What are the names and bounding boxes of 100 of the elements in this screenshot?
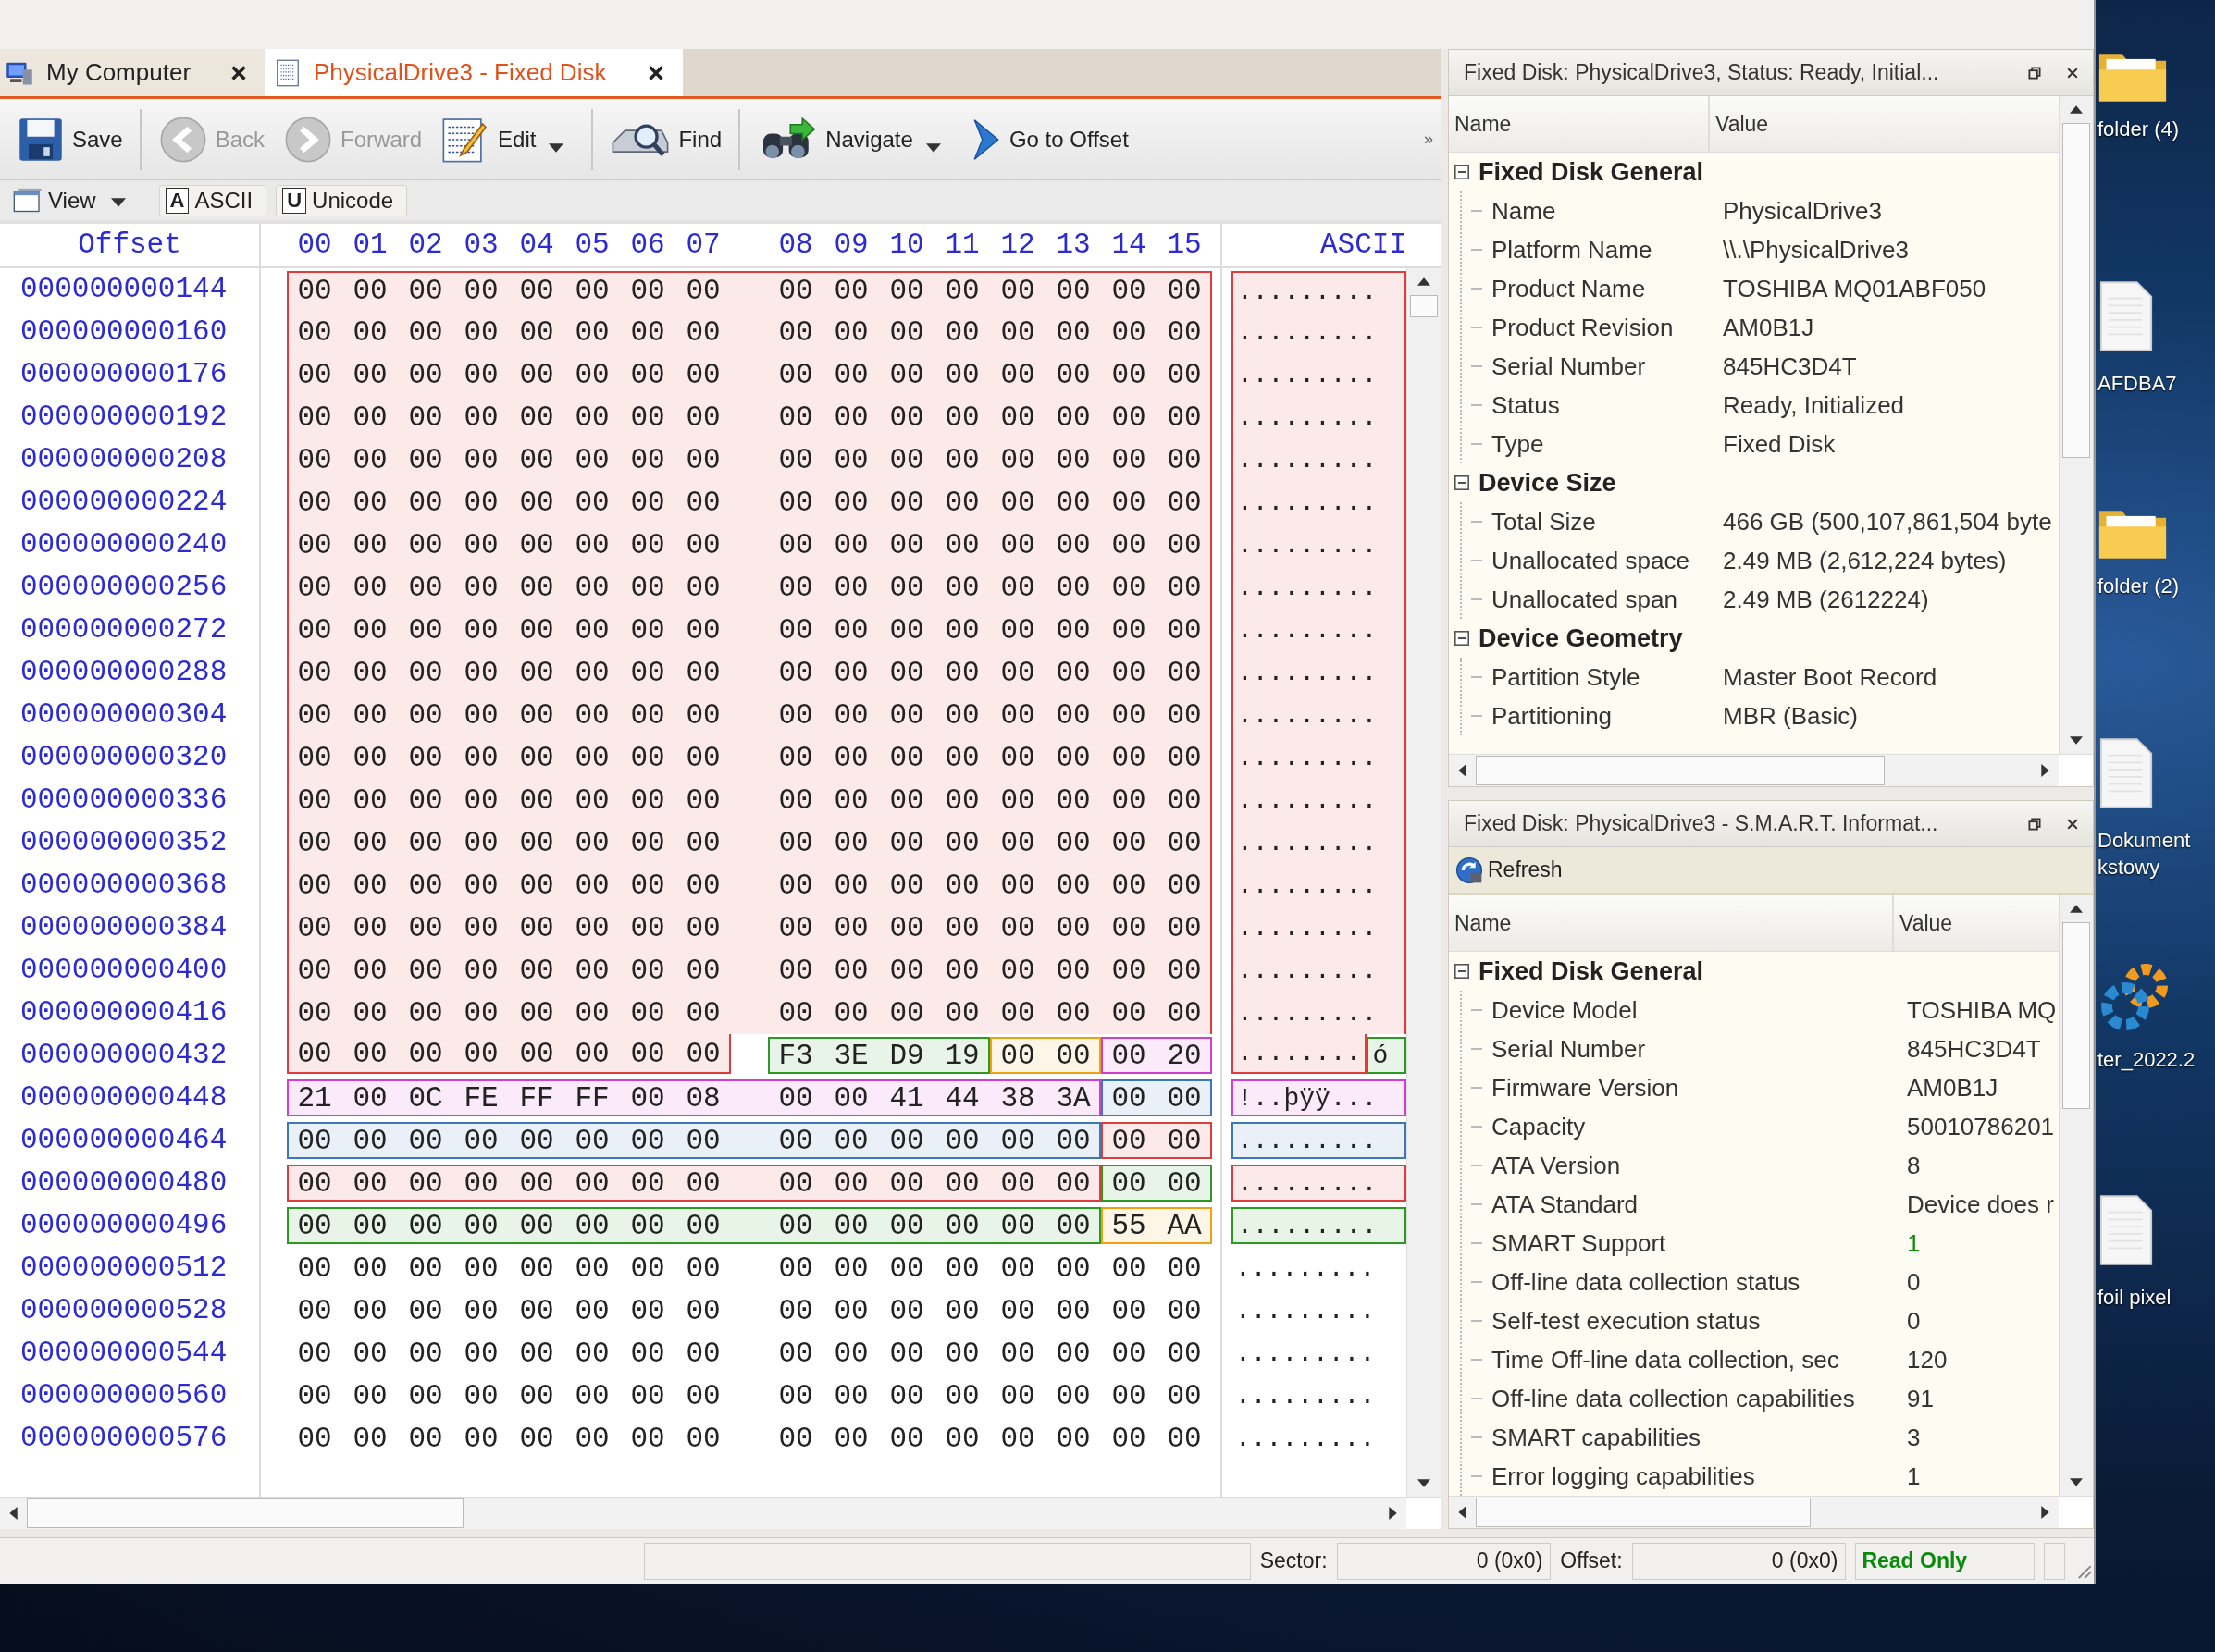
scrollbar-thumb[interactable]: [2062, 922, 2090, 1109]
desktop-icon-label[interactable]: ter_2022.2: [2097, 1047, 2196, 1074]
hex-byte: 00: [574, 869, 611, 902]
refresh-button[interactable]: Refresh: [1449, 855, 1568, 885]
hex-byte: 00: [407, 1251, 444, 1285]
toolbar-button[interactable]: Edit: [431, 110, 546, 168]
toolbar-button[interactable]: Go to Offset: [960, 112, 1138, 166]
encoding-toggle-button[interactable]: A ASCII: [158, 184, 267, 216]
scroll-left-icon[interactable]: [9, 1507, 18, 1520]
hex-byte: 00: [463, 571, 500, 604]
panel-title-bar: Fixed Disk: PhysicalDrive3, Status: Ready, Initial...: [1449, 50, 2093, 96]
column-header: 14: [1110, 228, 1147, 263]
toolbar-button[interactable]: Save: [7, 111, 132, 167]
property-value: 845HC3D4T: [1722, 351, 1857, 381]
offset-label: 000000000400: [0, 949, 261, 992]
collapse-icon[interactable]: [1454, 964, 1469, 979]
document-tab[interactable]: My Computer: [0, 49, 266, 96]
caret-icon[interactable]: [925, 142, 941, 153]
toolbar-button[interactable]: Find: [600, 114, 732, 165]
hex-byte: 00: [629, 275, 666, 307]
close-icon[interactable]: [2067, 67, 2078, 79]
hex-byte: 00: [463, 1379, 500, 1412]
hex-byte: 00: [1110, 1294, 1147, 1327]
desktop-icon-label[interactable]: folder (2): [2097, 573, 2180, 600]
scroll-right-icon[interactable]: [2041, 764, 2049, 777]
hex-byte: 00: [888, 528, 925, 561]
view-menu-button[interactable]: View: [7, 185, 102, 216]
collapse-icon[interactable]: [1454, 631, 1469, 646]
column-header[interactable]: Value: [1894, 895, 2059, 951]
hex-byte: 00: [888, 996, 925, 1029]
offset-label: 000000000368: [0, 864, 261, 906]
collapse-icon[interactable]: [1454, 475, 1469, 490]
hex-byte: 00: [407, 826, 444, 859]
scrollbar-thumb[interactable]: [1410, 295, 1438, 317]
hex-byte: 00: [518, 401, 555, 434]
desktop-icon-label[interactable]: folder (4): [2097, 117, 2180, 143]
hex-byte: 00: [833, 358, 870, 391]
hex-byte: 00: [463, 698, 500, 732]
document-tab[interactable]: PhysicalDrive3 - Fixed Disk: [266, 49, 683, 96]
hex-byte: 00: [518, 656, 555, 689]
desktop-icon-label[interactable]: Dokument kstowy: [2097, 828, 2191, 881]
scroll-right-icon[interactable]: [2041, 1506, 2049, 1519]
caret-icon[interactable]: [110, 197, 126, 207]
scroll-up-icon[interactable]: [2070, 905, 2083, 913]
hex-byte: 00: [1055, 443, 1092, 476]
scrollbar-thumb[interactable]: [27, 1498, 464, 1528]
scrollbar-thumb[interactable]: [1476, 1498, 1811, 1527]
restore-icon[interactable]: [2028, 817, 2041, 831]
desktop-icon-label[interactable]: foil pixel: [2097, 1285, 2172, 1312]
hex-byte: 00: [463, 401, 500, 434]
scroll-left-icon[interactable]: [1458, 764, 1466, 777]
hex-byte: 00: [407, 443, 444, 476]
column-header[interactable]: Value: [1710, 96, 2059, 152]
hex-byte: 00: [888, 1124, 925, 1157]
hex-byte: 00: [463, 613, 500, 647]
hex-byte: 00: [1166, 1251, 1203, 1285]
hex-byte: 00: [944, 954, 981, 987]
hex-byte: 00: [833, 911, 870, 944]
hex-byte: 00: [574, 528, 611, 561]
scroll-up-icon[interactable]: [2070, 105, 2083, 114]
caret-icon[interactable]: [549, 142, 564, 153]
hex-byte: 00: [944, 783, 981, 817]
hex-byte: 00: [777, 486, 814, 519]
close-icon[interactable]: [2067, 818, 2078, 830]
horizontal-scrollbar[interactable]: [0, 1497, 1441, 1529]
hex-byte: 00: [685, 1422, 722, 1455]
close-icon[interactable]: [649, 65, 663, 80]
hex-byte: 00: [777, 613, 814, 647]
hex-byte: 00: [999, 486, 1036, 519]
hex-byte: 00: [999, 1209, 1036, 1242]
hex-byte: 21: [296, 1081, 333, 1115]
horizontal-scrollbar[interactable]: [1449, 1496, 2093, 1528]
horizontal-scrollbar[interactable]: [1449, 754, 2093, 786]
hex-byte: 00: [1110, 783, 1147, 817]
hex-byte: 00: [1055, 656, 1092, 689]
scroll-left-icon[interactable]: [1458, 1506, 1466, 1519]
toolbar-button[interactable]: Navigate: [748, 111, 922, 167]
collapse-icon[interactable]: [1454, 165, 1469, 179]
encoding-toggle-button[interactable]: U Unicode: [276, 184, 408, 216]
hex-byte: 00: [518, 783, 555, 817]
scrollbar-corner: [2059, 755, 2093, 786]
vertical-scrollbar[interactable]: [2059, 96, 2093, 754]
hex-byte: 00: [518, 1124, 555, 1157]
scroll-down-icon[interactable]: [1417, 1479, 1430, 1487]
scroll-right-icon[interactable]: [1389, 1507, 1397, 1520]
hex-byte: 00: [1166, 1081, 1203, 1115]
scroll-down-icon[interactable]: [2070, 1478, 2083, 1486]
restore-icon[interactable]: [2028, 66, 2041, 80]
overflow-chevron[interactable]: »: [1424, 129, 1433, 149]
hex-byte: 00: [574, 826, 611, 859]
vertical-scrollbar[interactable]: [1406, 268, 1441, 1497]
scroll-up-icon[interactable]: [1417, 277, 1430, 286]
hex-byte: 00: [944, 1166, 981, 1200]
scrollbar-thumb[interactable]: [2062, 123, 2090, 458]
scroll-down-icon[interactable]: [2070, 736, 2083, 745]
hex-byte: 00: [629, 1422, 666, 1455]
close-icon[interactable]: [231, 65, 246, 80]
vertical-scrollbar[interactable]: [2059, 895, 2093, 1496]
scrollbar-thumb[interactable]: [1476, 756, 1885, 785]
desktop-icon-label[interactable]: AFDBA7: [2097, 371, 2177, 398]
